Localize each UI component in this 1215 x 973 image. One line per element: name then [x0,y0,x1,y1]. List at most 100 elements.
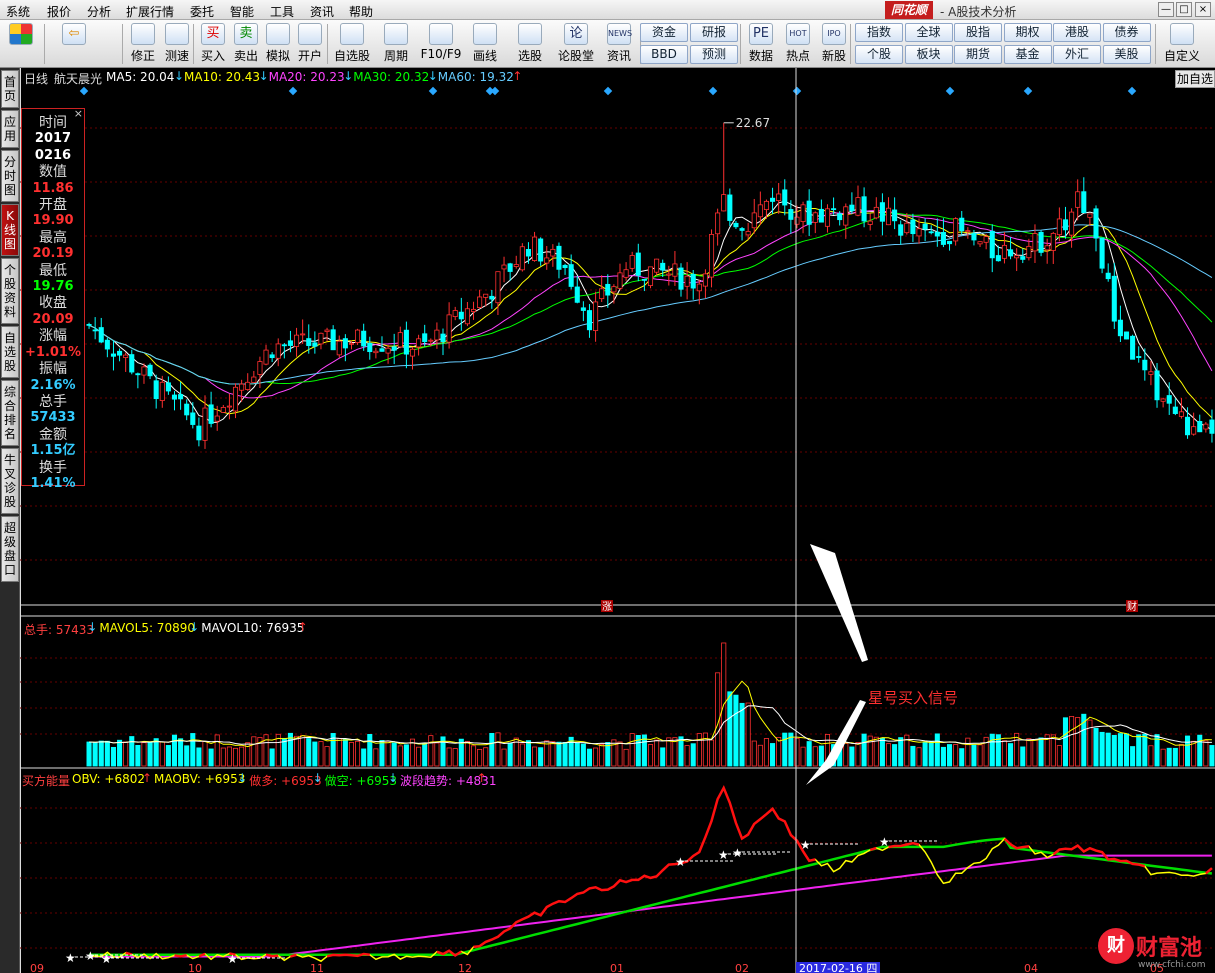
market-button[interactable]: 期货 [954,45,1002,64]
event-diamond-icon[interactable] [708,86,718,96]
toolbar-button-pe[interactable]: PE 数据 [745,22,777,66]
toolbar-button-star[interactable]: 自选股 [330,22,374,66]
toolbar-separator [1155,24,1156,64]
toolbar-button-custom[interactable]: 自定义 [1160,22,1204,66]
toolbar-button-cycle[interactable]: 周期 [377,22,415,66]
buy-star-icon[interactable]: ★ [732,846,743,860]
market-button[interactable]: 美股 [1102,45,1151,64]
left-tab-6[interactable]: 综合排名 [1,380,19,446]
kline-chart-area[interactable]: 22.67 涨财 ★ ★ ★ ★ ★ ★ ★ ★ ★ 09 10 11 12 01 02 2017-02-16 四… [20,68,1215,973]
chart-canvas[interactable]: 22.67涨 财★ ★ ★ ★★ ★ ★★ ★09 10 11 12 01 02 2017-02-16 四… [20,68,1215,973]
add-favorite-button[interactable]: 加自选 [1175,70,1215,88]
event-diamond-icon[interactable] [428,86,438,96]
candle-body [696,283,702,292]
toolbar-button-refresh[interactable]: 修正 [127,22,159,66]
menu-8[interactable]: 帮助 [349,3,373,20]
market-button[interactable]: 个股 [855,45,903,64]
menu-0[interactable]: 系统 [6,3,30,20]
event-diamond-icon[interactable] [490,86,500,96]
menu-1[interactable]: 报价 [47,3,71,20]
buy-star-icon[interactable]: ★ [675,855,686,869]
volume-bar [178,738,184,767]
toolbar-label: 模拟 [265,49,290,63]
market-button[interactable]: 股指 [954,23,1002,42]
menu-3[interactable]: 扩展行情 [126,3,174,20]
left-tab-0[interactable]: 首页 [1,70,19,108]
left-tab-2[interactable]: 分时图 [1,150,19,202]
market-button[interactable]: 板块 [904,45,953,64]
left-tab-8[interactable]: 超级盘口 [1,516,19,582]
event-diamond-icon[interactable] [1023,86,1033,96]
event-diamond-icon[interactable] [603,86,613,96]
toolbar-separator [44,24,45,64]
event-diamond-icon[interactable] [1127,86,1137,96]
high-price-label: 22.67 [736,116,770,130]
toolbar-button-clock[interactable]: 测速 [160,22,194,66]
left-tab-7[interactable]: 牛叉诊股 [1,448,19,514]
info-value: 1.15亿 [30,443,76,459]
event-diamond-icon[interactable] [79,86,89,96]
buy-star-icon[interactable]: ★ [227,952,238,966]
toolbar-button-hot[interactable]: HOT 热点 [782,22,814,66]
close-icon[interactable]: × [74,108,83,119]
toolbar-button-select[interactable]: 选股 [508,22,552,66]
menu-7[interactable]: 资讯 [310,3,334,20]
buy-star-icon[interactable]: ★ [85,949,96,963]
volume-bar [226,746,232,767]
left-tab-4[interactable]: 个股资料 [1,258,19,324]
event-diamond-icon[interactable] [945,86,955,96]
toolbar-button-back-arrow[interactable]: ⇦ [54,22,94,66]
menu-5[interactable]: 智能 [230,3,254,20]
toolbar-button-sell[interactable]: 卖卖出 [230,22,262,66]
watermark: 财 财富池 www.cfchi.com [1098,928,1212,972]
market-button[interactable]: 港股 [1053,23,1101,42]
volume-bar [806,741,812,767]
toolbar-button-buy[interactable]: 买买入 [197,22,229,66]
menu-4[interactable]: 委托 [190,3,214,20]
menu-2[interactable]: 分析 [87,3,111,20]
candle-body [867,220,873,225]
toolbar-button-f10[interactable]: F10/F9 [418,22,464,66]
toolbar-button-pencil[interactable]: 画线 [465,22,505,66]
toolbar-button-discuss[interactable]: 论论股堂 [556,22,596,66]
left-tab-5[interactable]: 自选股 [1,326,19,378]
buy-star-icon[interactable]: ★ [718,848,729,862]
event-diamond-icon[interactable] [792,86,802,96]
buy-star-icon[interactable]: ★ [65,951,76,965]
event-diamond-icon[interactable] [288,86,298,96]
market-button[interactable]: 外汇 [1053,45,1101,64]
toolbar-button-news[interactable]: NEWS 资讯 [600,22,638,66]
candle-body [1123,331,1130,340]
market-button[interactable]: 债券 [1102,23,1151,42]
market-button[interactable]: 期权 [1003,23,1052,42]
info-key: 最高 [39,229,67,246]
buy-star-icon[interactable]: ★ [101,952,112,966]
buy-star-icon[interactable]: ★ [879,835,890,849]
close-window-icon[interactable]: × [1195,2,1211,17]
left-tab-3[interactable]: K线图 [1,204,19,256]
candle-body [232,386,239,412]
candle-body [1099,237,1105,269]
toolbar-button-ipo[interactable]: IPO 新股 [818,22,850,66]
left-tab-1[interactable]: 应用 [1,110,19,148]
quick-button[interactable]: 研报 [690,23,738,42]
market-button[interactable]: 指数 [855,23,903,42]
market-button[interactable]: 基金 [1003,45,1052,64]
maximize-icon[interactable]: □ [1176,2,1192,17]
toolbar-button-gavel[interactable]: 模拟 [262,22,294,66]
candle-body [171,394,178,400]
toolbar-button-lock[interactable]: 开户 [294,22,326,66]
toolbar-button-color-grid[interactable] [4,22,38,66]
candle-body [599,288,605,300]
buy-star-icon[interactable]: ★ [800,838,811,852]
market-button[interactable]: 全球 [904,23,953,42]
ma-value: MA10: 20.43 [184,70,261,84]
volume-bar [452,748,458,767]
minimize-icon[interactable]: — [1158,2,1174,17]
candle-body [647,266,654,286]
quick-button[interactable]: BBD [640,45,688,64]
quick-button[interactable]: 预测 [690,45,738,64]
menu-6[interactable]: 工具 [270,3,294,20]
volume-bar [1111,734,1117,767]
quick-button[interactable]: 资金 [640,23,688,42]
